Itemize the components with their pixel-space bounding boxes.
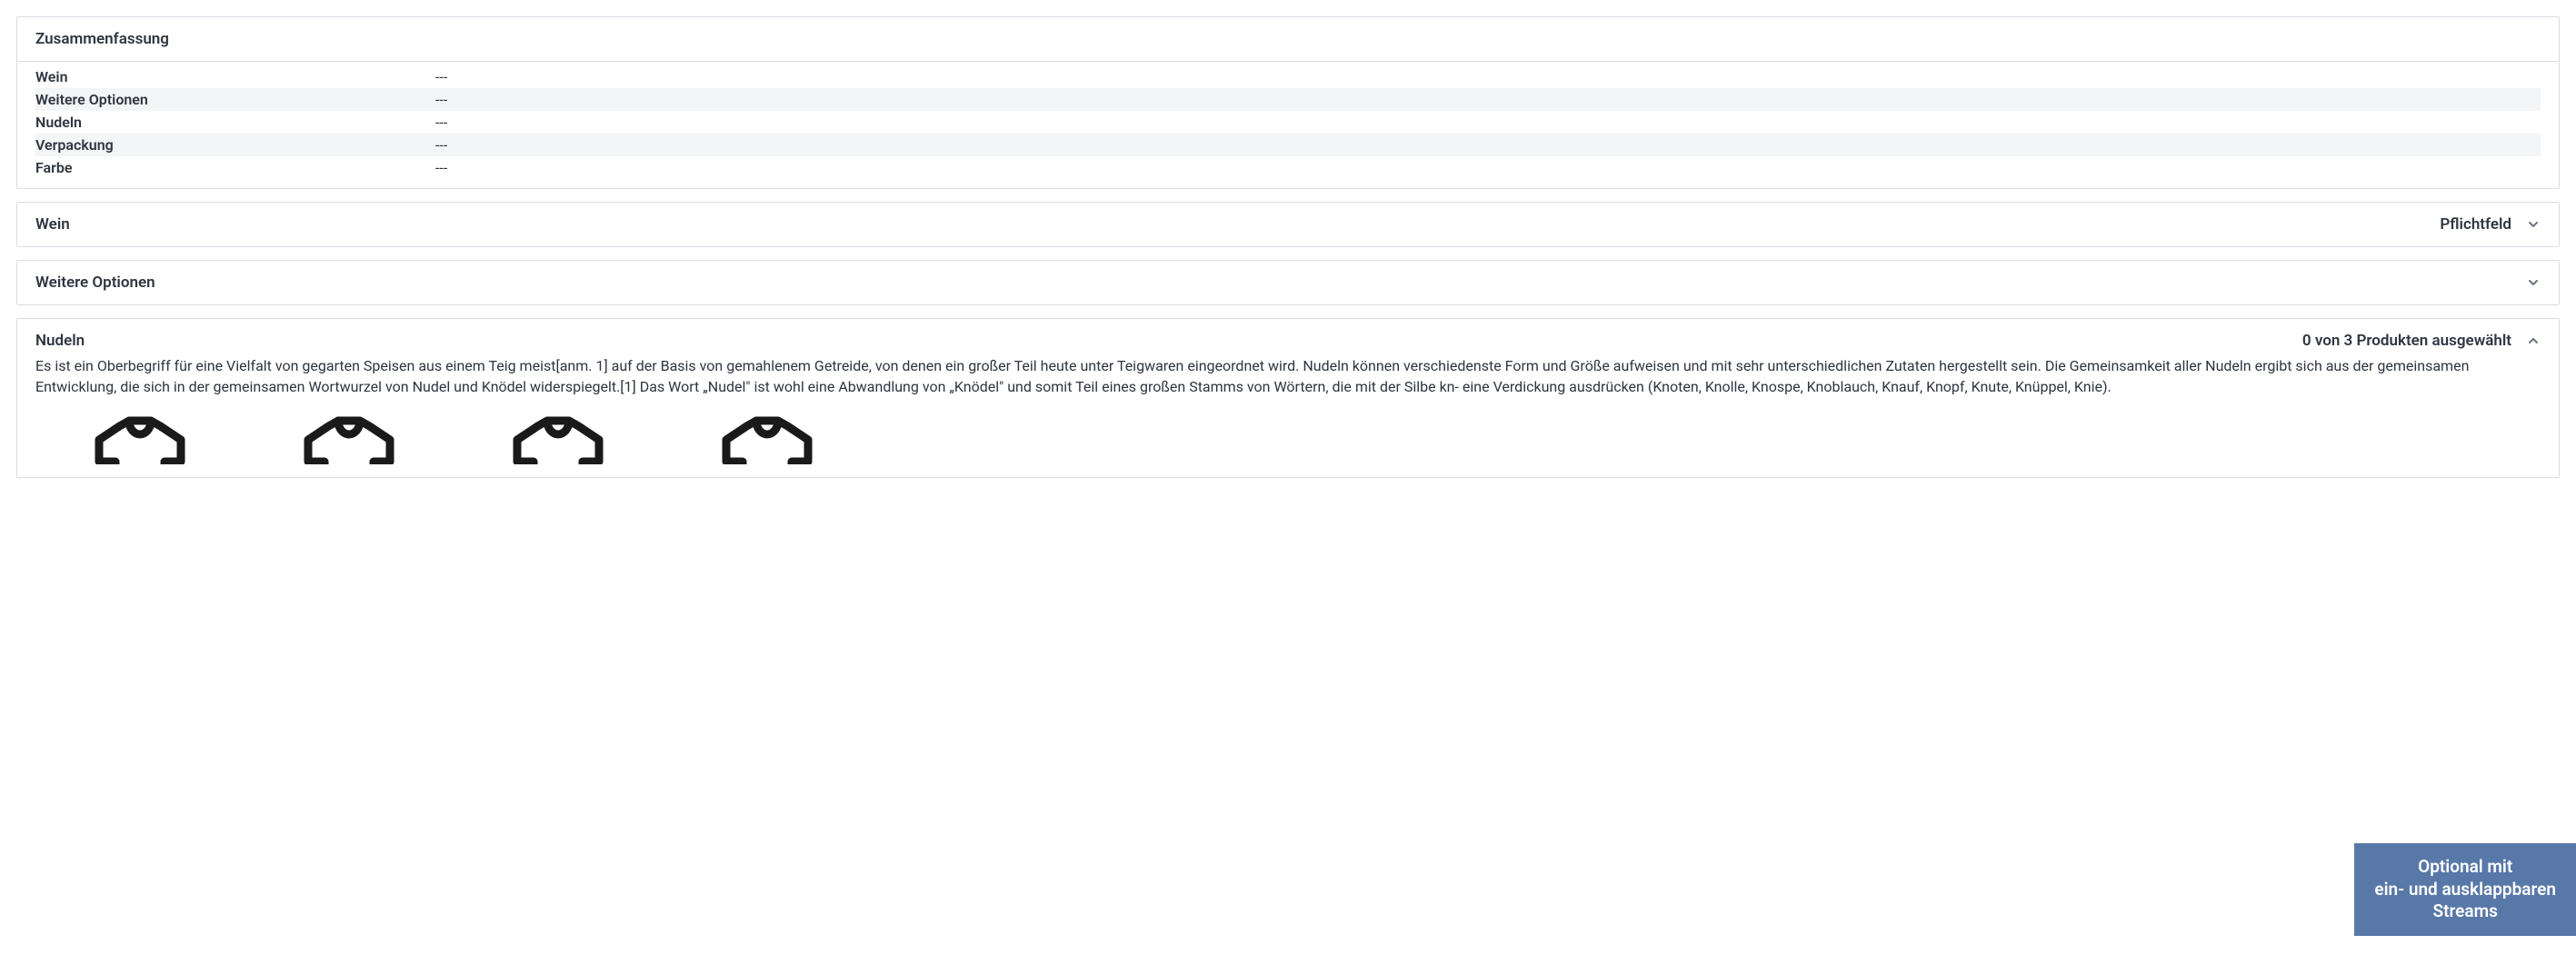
section-nudeln: Nudeln 0 von 3 Produkten ausgewählt Es i… xyxy=(16,318,2560,478)
chevron-up-icon xyxy=(2526,333,2541,348)
section-nudeln-body: Es ist ein Oberbegriff für eine Vielfalt… xyxy=(17,353,2559,477)
section-nudeln-title: Nudeln xyxy=(35,332,85,350)
summary-header: Zusammenfassung xyxy=(17,17,2559,62)
summary-row-value: --- xyxy=(435,159,2541,176)
summary-row-label: Nudeln xyxy=(35,114,435,131)
section-nudeln-description: Es ist ein Oberbegriff für eine Vielfalt… xyxy=(35,353,2541,397)
section-nudeln-header[interactable]: Nudeln 0 von 3 Produkten ausgewählt xyxy=(17,319,2559,353)
feature-note: Optional mit ein- und ausklappbaren Stre… xyxy=(2354,843,2576,936)
chevron-down-icon xyxy=(2526,275,2541,290)
required-label: Pflichtfeld xyxy=(2440,215,2511,234)
summary-title: Zusammenfassung xyxy=(35,30,169,48)
shirt-icon xyxy=(490,410,626,464)
section-weitere: Weitere Optionen xyxy=(16,260,2560,305)
summary-row-value: --- xyxy=(435,136,2541,154)
chevron-down-icon xyxy=(2526,217,2541,232)
summary-row-value: --- xyxy=(435,68,2541,85)
section-wein-header[interactable]: Wein Pflichtfeld xyxy=(17,203,2559,246)
shirt-icon xyxy=(281,410,417,464)
feature-note-line: Streams xyxy=(2374,900,2556,923)
section-weitere-title: Weitere Optionen xyxy=(35,274,155,292)
summary-row: Nudeln --- xyxy=(35,111,2541,134)
shirt-icon xyxy=(699,410,835,464)
summary-row-value: --- xyxy=(435,91,2541,108)
section-weitere-header[interactable]: Weitere Optionen xyxy=(17,261,2559,304)
summary-row: Weitere Optionen --- xyxy=(35,88,2541,111)
summary-panel: Zusammenfassung Wein --- Weitere Optione… xyxy=(16,16,2560,189)
section-wein: Wein Pflichtfeld xyxy=(16,202,2560,247)
summary-row: Farbe --- xyxy=(35,156,2541,179)
section-wein-title: Wein xyxy=(35,215,70,234)
summary-row-label: Weitere Optionen xyxy=(35,91,435,108)
summary-row: Verpackung --- xyxy=(35,134,2541,156)
feature-note-line: Optional mit xyxy=(2374,856,2556,879)
summary-row-label: Farbe xyxy=(35,159,435,176)
summary-row-label: Wein xyxy=(35,68,435,85)
summary-row-label: Verpackung xyxy=(35,136,435,154)
feature-note-line: ein- und ausklappbaren xyxy=(2374,879,2556,901)
shirt-icon xyxy=(72,410,208,464)
summary-row: Wein --- xyxy=(35,65,2541,88)
summary-row-value: --- xyxy=(435,114,2541,131)
selected-count-label: 0 von 3 Produkten ausgewählt xyxy=(2302,332,2511,350)
summary-table: Wein --- Weitere Optionen --- Nudeln ---… xyxy=(17,62,2559,188)
product-icons-row xyxy=(35,397,2541,464)
